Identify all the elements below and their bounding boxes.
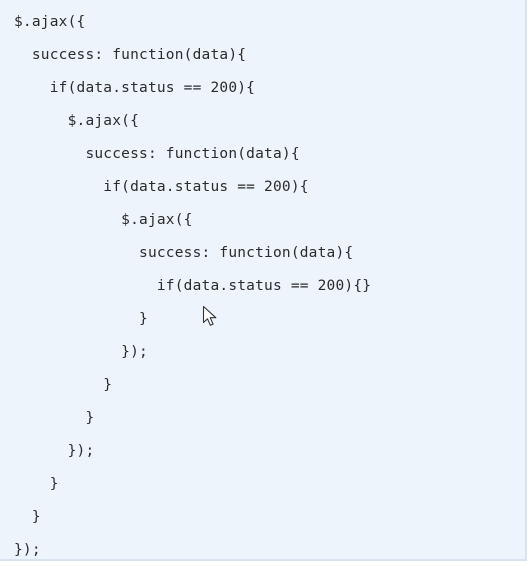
code-line: $.ajax({ — [14, 212, 193, 228]
code-line: if(data.status == 200){ — [14, 80, 256, 96]
code-line: $.ajax({ — [14, 14, 86, 30]
code-line: }); — [14, 344, 148, 360]
code-line: if(data.status == 200){ — [14, 179, 309, 195]
code-line: } — [14, 476, 59, 492]
code-line: success: function(data){ — [14, 146, 300, 162]
code-line: }); — [14, 443, 95, 459]
code-line: } — [14, 509, 41, 525]
code-line: }); — [14, 542, 41, 558]
code-line: success: function(data){ — [14, 47, 247, 63]
code-line: } — [14, 377, 113, 393]
code-line: } — [14, 311, 148, 327]
code-line: $.ajax({ — [14, 113, 140, 129]
code-line: success: function(data){ — [14, 245, 354, 261]
code-panel: $.ajax({ success: function(data){ if(dat… — [0, 0, 527, 561]
code-line: if(data.status == 200){} — [14, 278, 372, 294]
mouse-pointer-icon — [202, 305, 217, 326]
code-line: } — [14, 410, 95, 426]
code-block: $.ajax({ success: function(data){ if(dat… — [14, 6, 371, 567]
